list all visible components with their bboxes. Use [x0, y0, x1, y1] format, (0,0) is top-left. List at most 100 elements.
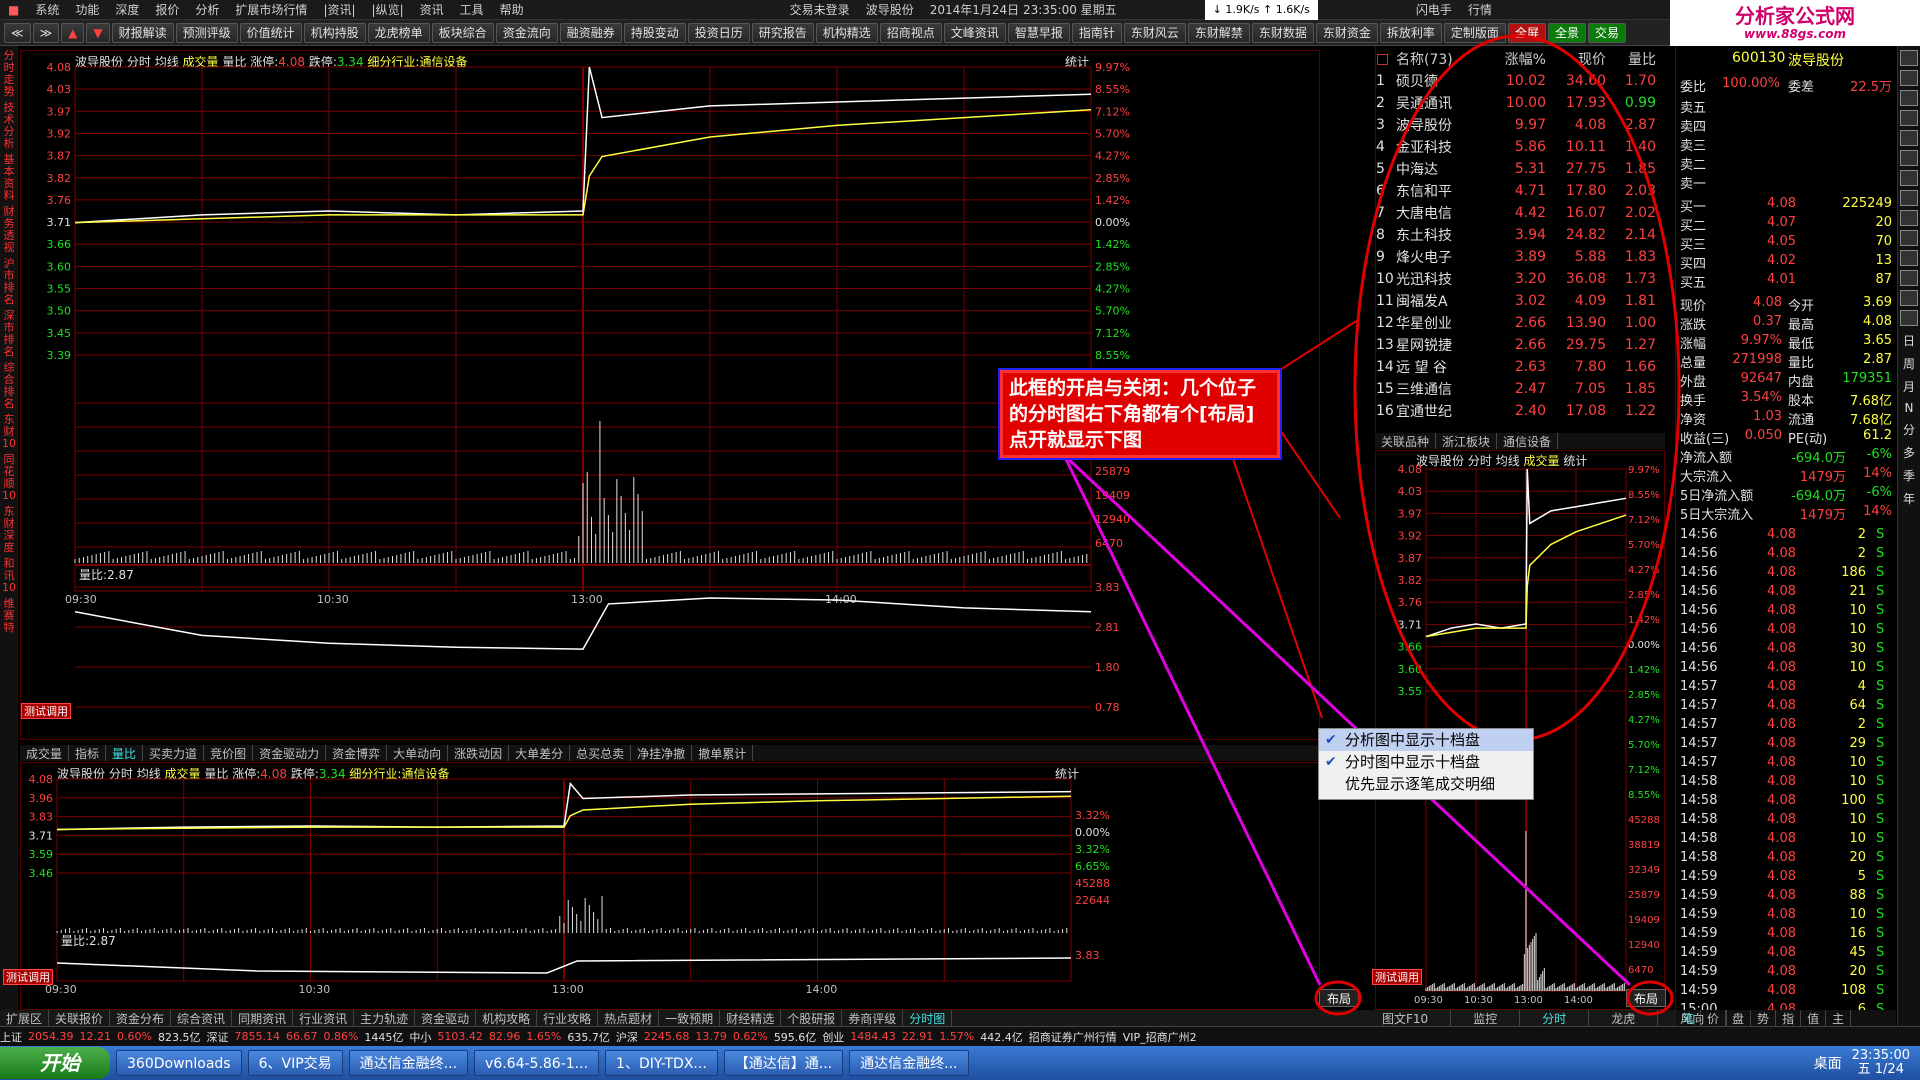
- tool-icon[interactable]: [1900, 290, 1918, 306]
- tool-icon[interactable]: [1900, 70, 1918, 86]
- panorama-button[interactable]: 全景: [1547, 22, 1586, 43]
- tab-related[interactable]: 关联品种: [1375, 433, 1437, 449]
- toolbar-btn-16[interactable]: 东财风云: [1123, 22, 1186, 43]
- bottom-tab-4[interactable]: 同期资讯: [232, 1010, 294, 1026]
- menu-analysis[interactable]: 分析: [187, 0, 227, 20]
- layout-button[interactable]: 布局: [1319, 989, 1359, 1007]
- tool-icon[interactable]: [1900, 190, 1918, 206]
- start-button[interactable]: 开始: [0, 1047, 110, 1079]
- fullscreen-button[interactable]: 全屏: [1507, 22, 1546, 43]
- left-tab-3[interactable]: 财务透视: [2, 206, 16, 254]
- toolbar-btn-3[interactable]: 机构持股: [303, 22, 366, 43]
- menu-market[interactable]: 行情: [1460, 0, 1500, 20]
- indicator-tab-9[interactable]: 大单差分: [509, 745, 571, 761]
- tool-icon[interactable]: [1900, 150, 1918, 166]
- period-4[interactable]: 分: [1898, 421, 1920, 438]
- stock-list-row[interactable]: 2 吴通通讯 10.00 17.93 0.99: [1376, 92, 1666, 114]
- bottom-tab-13[interactable]: 个股研报: [781, 1010, 843, 1026]
- toolbar-btn-14[interactable]: 智慧早报: [1007, 22, 1070, 43]
- tool-icon[interactable]: [1900, 250, 1918, 266]
- stock-list-row[interactable]: 5 中海达 5.31 27.75 1.85: [1376, 158, 1666, 180]
- task-item[interactable]: 【通达信】通...: [723, 1050, 844, 1076]
- bottom-tab-6[interactable]: 主力轨迹: [354, 1010, 416, 1026]
- tool-icon[interactable]: [1900, 310, 1918, 326]
- indicator-tab-2[interactable]: 量比: [106, 745, 144, 761]
- indicator-tab-0[interactable]: 成交量: [20, 745, 70, 761]
- back-icon[interactable]: ≪: [4, 22, 31, 43]
- bottom-tab-5[interactable]: 行业资讯: [293, 1010, 355, 1026]
- stock-list-row[interactable]: 10 光迅科技 3.20 36.08 1.73: [1376, 268, 1666, 290]
- indicator-tab-12[interactable]: 撤单累计: [692, 745, 754, 761]
- left-tab-8[interactable]: 同花顺10: [2, 454, 16, 502]
- stock-list-row[interactable]: 6 东信和平 4.71 17.80 2.03: [1376, 180, 1666, 202]
- toolbar-btn-18[interactable]: 东财数据: [1251, 22, 1314, 43]
- task-item[interactable]: 1、DIY-TDX...: [605, 1050, 718, 1076]
- bottom-tab-10[interactable]: 热点题材: [598, 1010, 660, 1026]
- menu-info-1[interactable]: |资讯|: [315, 0, 363, 20]
- menu-function[interactable]: 功能: [67, 0, 107, 20]
- col-price[interactable]: 现价: [1546, 49, 1606, 69]
- stock-list-row[interactable]: 14 远 望 谷 2.63 7.80 1.66: [1376, 356, 1666, 378]
- indicator-tab-7[interactable]: 大单动向: [387, 745, 449, 761]
- list-icon[interactable]: □: [1376, 51, 1396, 67]
- menu-flash[interactable]: 闪电手: [1408, 0, 1460, 20]
- stock-list-row[interactable]: 11 闽福发A 3.02 4.09 1.81: [1376, 290, 1666, 312]
- tab-telecom[interactable]: 通信设备: [1497, 433, 1559, 449]
- menu-tools[interactable]: 工具: [452, 0, 492, 20]
- toolbar-btn-7[interactable]: 融资融券: [559, 22, 622, 43]
- toolbar-btn-17[interactable]: 东财解禁: [1187, 22, 1250, 43]
- bottom-tab-3[interactable]: 综合资讯: [171, 1010, 233, 1026]
- indicator-tab-3[interactable]: 买卖力道: [143, 745, 205, 761]
- menu-help[interactable]: 帮助: [492, 0, 532, 20]
- stock-list-row[interactable]: 3 波导股份 9.97 4.08 2.87: [1376, 114, 1666, 136]
- toolbar-btn-21[interactable]: 定制版面: [1443, 22, 1506, 43]
- up-arrow-icon[interactable]: ▲: [61, 22, 85, 43]
- stock-list-row[interactable]: 12 华星创业 2.66 13.90 1.00: [1376, 312, 1666, 334]
- left-tab-6[interactable]: 综合排名: [2, 362, 16, 410]
- indicator-tab-1[interactable]: 指标: [69, 745, 107, 761]
- bottom-tab-15[interactable]: 分时图: [903, 1010, 953, 1026]
- period-7[interactable]: 年: [1898, 490, 1920, 507]
- task-item[interactable]: 6、VIP交易: [247, 1050, 343, 1076]
- toolbar-btn-11[interactable]: 机构精选: [815, 22, 878, 43]
- menu-depth[interactable]: 深度: [107, 0, 147, 20]
- left-tab-5[interactable]: 深市排名: [2, 310, 16, 358]
- col-change[interactable]: 涨幅%: [1486, 49, 1546, 69]
- bottom-right-tab-3[interactable]: 龙虎: [1589, 1010, 1659, 1026]
- bottom-right-tab-0[interactable]: 图文F10: [1360, 1010, 1452, 1026]
- bottom-tab-2[interactable]: 资金分布: [110, 1010, 172, 1026]
- stock-list-row[interactable]: 16 宜通世纪 2.40 17.08 1.22: [1376, 400, 1666, 422]
- bottom-tab-11[interactable]: 一致预期: [659, 1010, 721, 1026]
- forward-icon[interactable]: ≫: [32, 22, 60, 43]
- toolbar-btn-1[interactable]: 预测评级: [175, 22, 238, 43]
- bottom-right-tab-4[interactable]: 风向: [1658, 1010, 1728, 1026]
- toolbar-btn-13[interactable]: 文峰资讯: [943, 22, 1006, 43]
- period-1[interactable]: 周: [1898, 355, 1920, 372]
- left-tab-9[interactable]: 东财深度: [2, 506, 16, 554]
- bottom-tab-7[interactable]: 资金驱动: [415, 1010, 477, 1026]
- stock-list-row[interactable]: 7 大唐电信 4.42 16.07 2.02: [1376, 202, 1666, 224]
- left-tab-2[interactable]: 基本资料: [2, 154, 16, 202]
- indicator-tab-6[interactable]: 资金博弈: [326, 745, 388, 761]
- menu-system[interactable]: 系统: [27, 0, 67, 20]
- toolbar-btn-6[interactable]: 资金流向: [495, 22, 558, 43]
- menu-ext-market[interactable]: 扩展市场行情: [227, 0, 315, 20]
- left-tab-1[interactable]: 技术分析: [2, 102, 16, 150]
- stock-list-row[interactable]: 8 东土科技 3.94 24.82 2.14: [1376, 224, 1666, 246]
- task-item[interactable]: 通达信金融终...: [849, 1050, 969, 1076]
- tool-icon[interactable]: [1900, 90, 1918, 106]
- layout-button[interactable]: 布局: [1626, 989, 1666, 1007]
- left-tab-4[interactable]: 沪市排名: [2, 258, 16, 306]
- bottom-tab-14[interactable]: 券商评级: [842, 1010, 904, 1026]
- indicator-tab-10[interactable]: 总买总卖: [570, 745, 632, 761]
- left-tab-7[interactable]: 东财10: [2, 414, 16, 450]
- toolbar-btn-0[interactable]: 财报解读: [111, 22, 174, 43]
- tab-zhejiang[interactable]: 浙江板块: [1436, 433, 1498, 449]
- toolbar-btn-8[interactable]: 持股变动: [623, 22, 686, 43]
- stock-list-row[interactable]: 1 硕贝德 10.02 34.60 1.70: [1376, 70, 1666, 92]
- toolbar-btn-19[interactable]: 东财资金: [1315, 22, 1378, 43]
- indicator-tab-11[interactable]: 净挂净撤: [631, 745, 693, 761]
- toolbar-btn-5[interactable]: 板块综合: [431, 22, 494, 43]
- toolbar-btn-10[interactable]: 研究报告: [751, 22, 814, 43]
- menu-item[interactable]: 优先显示逐笔成交明细: [1319, 773, 1533, 795]
